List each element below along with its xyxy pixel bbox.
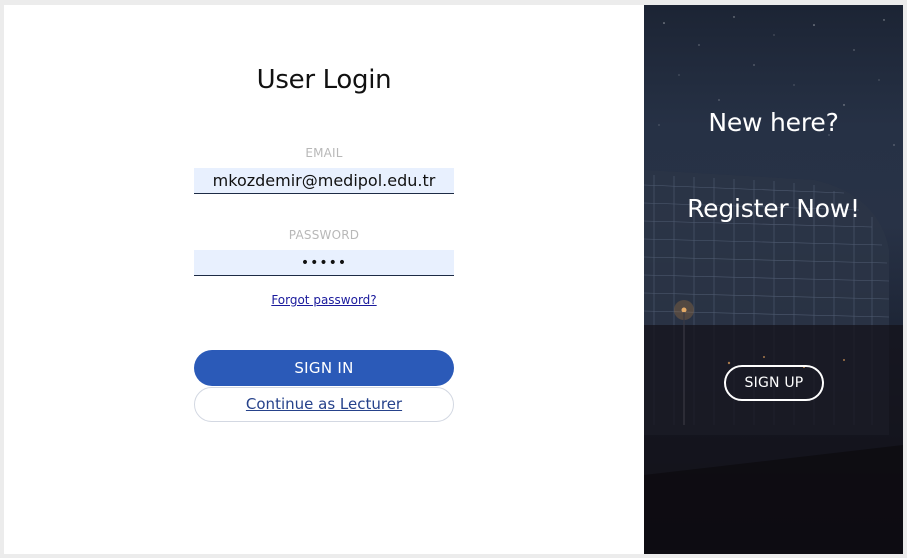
continue-as-lecturer-button[interactable]: Continue as Lecturer	[194, 387, 454, 422]
app-frame: User Login EMAIL PASSWORD Forgot passwor…	[4, 5, 903, 554]
sign-up-button[interactable]: SIGN UP	[724, 365, 824, 401]
password-field[interactable]	[194, 250, 454, 276]
email-field[interactable]	[194, 168, 454, 194]
register-heading: New here?	[708, 108, 839, 137]
password-label: PASSWORD	[288, 228, 360, 242]
register-subheading: Register Now!	[687, 194, 860, 223]
register-panel: New here? Register Now! SIGN UP	[644, 5, 903, 554]
sign-in-button[interactable]: SIGN IN	[194, 350, 454, 386]
page-title: User Login	[256, 65, 392, 95]
forgot-password-link[interactable]: Forgot password?	[194, 293, 454, 307]
login-panel: User Login EMAIL PASSWORD Forgot passwor…	[4, 5, 644, 554]
night-building-background	[644, 16, 903, 554]
email-label: EMAIL	[305, 146, 343, 160]
